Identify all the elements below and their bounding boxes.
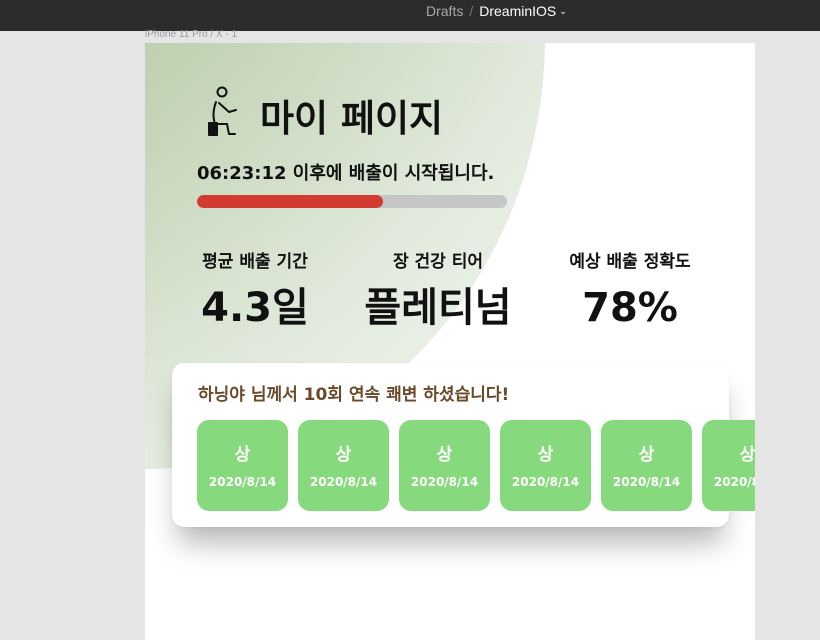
- streak-tiles[interactable]: 상 2020/8/14 상 2020/8/14 상 2020/8/14 상 20…: [197, 420, 755, 512]
- tile-date: 2020/8/14: [511, 475, 580, 489]
- progress-fill: [197, 195, 383, 208]
- streak-title: 하닝야 님께서 10회 연속 쾌변 하셨습니다!: [198, 385, 510, 405]
- stat-label: 평균 배출 기간: [202, 252, 308, 272]
- breadcrumb: Drafts / DreaminIOS ⌄: [426, 3, 567, 19]
- frame-label[interactable]: iPhone 11 Pro / X - 1: [145, 29, 237, 40]
- stat-label: 장 건강 티어: [392, 252, 484, 272]
- tile-grade: 상: [335, 445, 352, 465]
- stat-value: 플레티넘: [364, 285, 512, 331]
- breadcrumb-project[interactable]: Drafts: [426, 3, 463, 19]
- streak-tile[interactable]: 상 2020/8/14: [500, 420, 591, 511]
- breadcrumb-separator: /: [469, 3, 474, 19]
- stat-value: 4.3일: [201, 285, 309, 331]
- tile-date: 2020/8/14: [612, 475, 681, 489]
- stat-label: 예상 배출 정확도: [569, 252, 691, 272]
- tile-grade: 상: [638, 445, 655, 465]
- tile-date: 2020/8/14: [713, 475, 755, 489]
- tile-date: 2020/8/14: [208, 475, 277, 489]
- phone-frame[interactable]: 마이 페이지 06:23:12 이후에 배출이 시작됩니다. 평균 배출 기간 …: [145, 43, 755, 640]
- page-title: 마이 페이지: [260, 97, 444, 140]
- stat-accuracy: 예상 배출 정확도 78%: [545, 247, 715, 328]
- streak-tile[interactable]: 상 2020/8/14: [399, 420, 490, 511]
- streak-tile[interactable]: 상 2020/8/14: [197, 420, 288, 511]
- tile-grade: 상: [436, 445, 453, 465]
- streak-tile[interactable]: 상 2020/8/14: [702, 420, 755, 511]
- breadcrumb-file[interactable]: DreaminIOS: [479, 3, 556, 19]
- streak-tile[interactable]: 상 2020/8/14: [601, 420, 692, 511]
- tile-grade: 상: [234, 445, 251, 465]
- countdown-text: 06:23:12 이후에 배출이 시작됩니다.: [197, 163, 495, 184]
- stat-health-tier: 장 건강 티어 플레티넘: [353, 247, 523, 328]
- chevron-down-icon[interactable]: ⌄: [559, 6, 567, 16]
- stat-value: 78%: [582, 285, 678, 331]
- top-bar: Drafts / DreaminIOS ⌄: [0, 0, 820, 31]
- sitting-person-icon: [208, 86, 237, 136]
- stat-average-period: 평균 배출 기간 4.3일: [170, 247, 340, 328]
- tile-grade: 상: [739, 445, 755, 465]
- tile-grade: 상: [537, 445, 554, 465]
- tile-date: 2020/8/14: [309, 475, 378, 489]
- progress-bar: [197, 195, 507, 208]
- streak-tile[interactable]: 상 2020/8/14: [298, 420, 389, 511]
- tile-date: 2020/8/14: [410, 475, 479, 489]
